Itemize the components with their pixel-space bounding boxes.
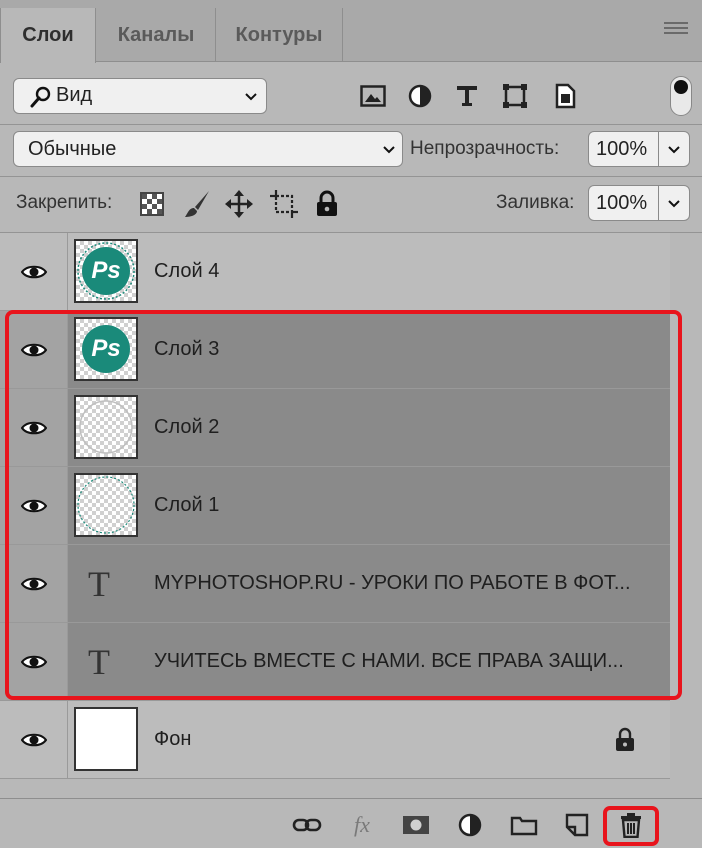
layer-thumbnail xyxy=(74,473,138,537)
layer-row[interactable]: Фон xyxy=(0,701,670,779)
visibility-eye-icon[interactable] xyxy=(0,311,68,388)
type-layer-icon: T xyxy=(88,641,110,682)
layer-thumbnail xyxy=(74,395,138,459)
divider xyxy=(0,124,702,125)
fx-icon[interactable]: fx xyxy=(346,810,378,840)
new-adjustment-icon[interactable] xyxy=(454,810,486,840)
opacity-value: 100% xyxy=(596,138,648,160)
visibility-eye-icon[interactable] xyxy=(0,389,68,466)
lock-position-icon[interactable] xyxy=(225,190,253,218)
ps-logo-text: Ps xyxy=(91,257,121,284)
chevron-down-icon xyxy=(383,146,395,154)
type-layer-icon: T xyxy=(88,563,110,604)
layer-name[interactable]: Слой 3 xyxy=(154,311,219,388)
tab-paths[interactable]: Контуры xyxy=(216,8,342,62)
visibility-eye-icon[interactable] xyxy=(0,623,68,700)
lock-image-pixels-icon[interactable] xyxy=(183,189,211,219)
tab-channels[interactable]: Каналы xyxy=(97,8,215,62)
blend-mode-value: Обычные xyxy=(28,138,117,160)
image-filter-icon[interactable] xyxy=(358,81,388,111)
field-divider xyxy=(658,186,659,220)
fill-label: Заливка: xyxy=(496,192,575,213)
visibility-eye-icon[interactable] xyxy=(0,233,68,310)
divider xyxy=(0,176,702,177)
chevron-down-icon[interactable] xyxy=(668,197,680,209)
filter-toggle[interactable] xyxy=(670,76,692,116)
layer-row[interactable]: Слой 2 xyxy=(0,389,670,467)
chevron-down-icon xyxy=(245,93,257,101)
opacity-label: Непрозрачность: xyxy=(410,138,560,159)
visibility-eye-icon[interactable] xyxy=(0,467,68,544)
delete-layer-icon[interactable] xyxy=(615,810,647,840)
fill-value: 100% xyxy=(596,192,648,214)
type-filter-icon[interactable] xyxy=(452,81,482,111)
add-mask-icon[interactable] xyxy=(400,810,432,840)
lock-artboard-icon[interactable] xyxy=(270,190,298,218)
search-icon xyxy=(30,86,51,108)
layer-name[interactable]: УЧИТЕСЬ ВМЕСТЕ С НАМИ. ВСЕ ПРАВА ЗАЩИ... xyxy=(154,623,624,700)
link-layers-icon[interactable] xyxy=(291,810,323,840)
panel-menu-icon[interactable] xyxy=(664,22,688,40)
layers-list: Ps Слой 4 Ps Слой 3 Слой 2 Слой 1 T MYPH… xyxy=(0,233,670,781)
scrollbar-track[interactable] xyxy=(670,233,702,781)
adjustment-filter-icon[interactable] xyxy=(405,81,435,111)
layer-row[interactable]: Слой 1 xyxy=(0,467,670,545)
new-layer-icon[interactable] xyxy=(561,810,593,840)
shape-filter-icon[interactable] xyxy=(500,81,530,111)
layer-row[interactable]: T УЧИТЕСЬ ВМЕСТЕ С НАМИ. ВСЕ ПРАВА ЗАЩИ.… xyxy=(0,623,670,701)
layer-lock-icon[interactable] xyxy=(614,727,636,753)
lock-transparent-pixels-icon[interactable] xyxy=(140,192,164,216)
layer-name[interactable]: Фон xyxy=(154,701,191,778)
layer-name[interactable]: Слой 2 xyxy=(154,389,219,466)
visibility-eye-icon[interactable] xyxy=(0,545,68,622)
tab-layers[interactable]: Слои xyxy=(0,8,96,63)
layer-name[interactable]: Слой 1 xyxy=(154,467,219,544)
layer-thumbnail xyxy=(74,707,138,771)
new-group-icon[interactable] xyxy=(508,810,540,840)
visibility-eye-icon[interactable] xyxy=(0,701,68,778)
lock-label: Закрепить: xyxy=(16,192,113,213)
smart-object-filter-icon[interactable] xyxy=(550,81,580,111)
layer-name[interactable]: Слой 4 xyxy=(154,233,219,310)
layer-row[interactable]: Ps Слой 3 xyxy=(0,311,670,389)
layer-name[interactable]: MYPHOTOSHOP.RU - УРОКИ ПО РАБОТЕ В ФОТ..… xyxy=(154,545,631,622)
lock-all-icon[interactable] xyxy=(315,190,339,218)
layer-thumbnail: Ps xyxy=(74,317,138,381)
layer-row[interactable]: T MYPHOTOSHOP.RU - УРОКИ ПО РАБОТЕ В ФОТ… xyxy=(0,545,670,623)
layer-row[interactable]: Ps Слой 4 xyxy=(0,233,670,311)
layer-thumbnail: Ps xyxy=(74,239,138,303)
ps-logo-text: Ps xyxy=(91,335,121,362)
field-divider xyxy=(658,132,659,166)
chevron-down-icon[interactable] xyxy=(668,143,680,155)
tab-separator xyxy=(342,8,343,62)
filter-kind-label: Вид xyxy=(56,84,93,106)
